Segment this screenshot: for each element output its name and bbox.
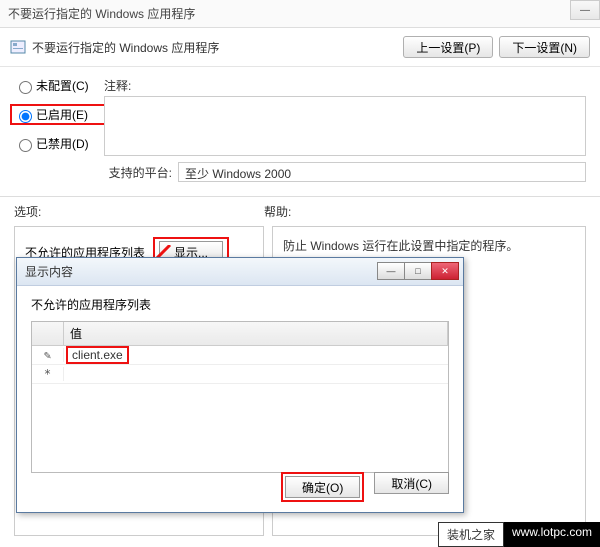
platform-value: 至少 Windows 2000	[178, 162, 586, 182]
watermark-url: www.lotpc.com	[504, 522, 600, 547]
grid-header: 值	[32, 322, 448, 346]
dialog-subheading: 不允许的应用程序列表	[31, 296, 449, 313]
policy-body: 未配置(C) 已启用(E) 已禁用(D) 注释: 支持的平台: 至少 Windo…	[0, 67, 600, 182]
cell-value-highlight: client.exe	[66, 346, 129, 364]
platform-label: 支持的平台:	[104, 164, 172, 181]
minimize-button[interactable]: —	[570, 0, 600, 20]
value-grid[interactable]: 值 ✎ client.exe *	[31, 321, 449, 473]
window-controls: —	[571, 0, 600, 20]
radio-not-configured-label: 未配置(C)	[36, 77, 89, 94]
grid-cell[interactable]: client.exe	[64, 348, 448, 362]
options-label: 选项:	[14, 203, 264, 220]
policy-heading: 不要运行指定的 Windows 应用程序	[32, 39, 397, 56]
radio-disabled[interactable]: 已禁用(D)	[14, 135, 104, 152]
previous-setting-button[interactable]: 上一设置(P)	[403, 36, 493, 58]
show-contents-dialog: 显示内容 — □ ✕ 不允许的应用程序列表 值 ✎ client.exe *	[16, 257, 464, 513]
radio-enabled-label: 已启用(E)	[36, 106, 88, 123]
row-edit-icon: ✎	[32, 348, 64, 362]
watermark-brand: 装机之家	[438, 522, 504, 547]
dialog-window-controls: — □ ✕	[378, 262, 459, 280]
state-radio-group: 未配置(C) 已启用(E) 已禁用(D)	[14, 77, 104, 164]
radio-disabled-label: 已禁用(D)	[36, 135, 89, 152]
dialog-footer: 确定(O) 取消(C)	[281, 472, 449, 502]
watermark: 装机之家 www.lotpc.com	[438, 522, 600, 547]
window-title: 不要运行指定的 Windows 应用程序	[8, 5, 195, 22]
grid-row[interactable]: *	[32, 365, 448, 384]
grid-header-value: 值	[64, 322, 448, 345]
dialog-maximize-button[interactable]: □	[404, 262, 432, 280]
next-setting-button[interactable]: 下一设置(N)	[499, 36, 590, 58]
comment-textarea[interactable]	[104, 96, 586, 156]
dialog-close-button[interactable]: ✕	[431, 262, 459, 280]
dialog-body: 不允许的应用程序列表 值 ✎ client.exe *	[17, 286, 463, 483]
ok-button[interactable]: 确定(O)	[285, 476, 360, 498]
grid-row[interactable]: ✎ client.exe	[32, 346, 448, 365]
radio-enabled[interactable]: 已启用(E)	[10, 104, 108, 125]
window-titlebar: 不要运行指定的 Windows 应用程序 —	[0, 0, 600, 28]
radio-disabled-input[interactable]	[19, 139, 32, 152]
row-new-icon: *	[32, 367, 64, 381]
cancel-button[interactable]: 取消(C)	[374, 472, 449, 494]
help-line: 防止 Windows 运行在此设置中指定的程序。	[283, 237, 575, 256]
radio-not-configured[interactable]: 未配置(C)	[14, 77, 104, 94]
policy-header: 不要运行指定的 Windows 应用程序 上一设置(P) 下一设置(N)	[0, 28, 600, 67]
policy-icon	[10, 39, 26, 55]
ok-button-highlight: 确定(O)	[281, 472, 364, 502]
radio-not-configured-input[interactable]	[19, 81, 32, 94]
dialog-titlebar: 显示内容 — □ ✕	[17, 258, 463, 286]
dialog-minimize-button[interactable]: —	[377, 262, 405, 280]
comment-label: 注释:	[104, 79, 131, 93]
grid-header-rownum	[32, 322, 64, 345]
dialog-title: 显示内容	[25, 263, 73, 280]
separator	[0, 196, 600, 197]
radio-enabled-input[interactable]	[19, 110, 32, 123]
section-labels: 选项: 帮助:	[0, 203, 600, 220]
help-label: 帮助:	[264, 203, 291, 220]
